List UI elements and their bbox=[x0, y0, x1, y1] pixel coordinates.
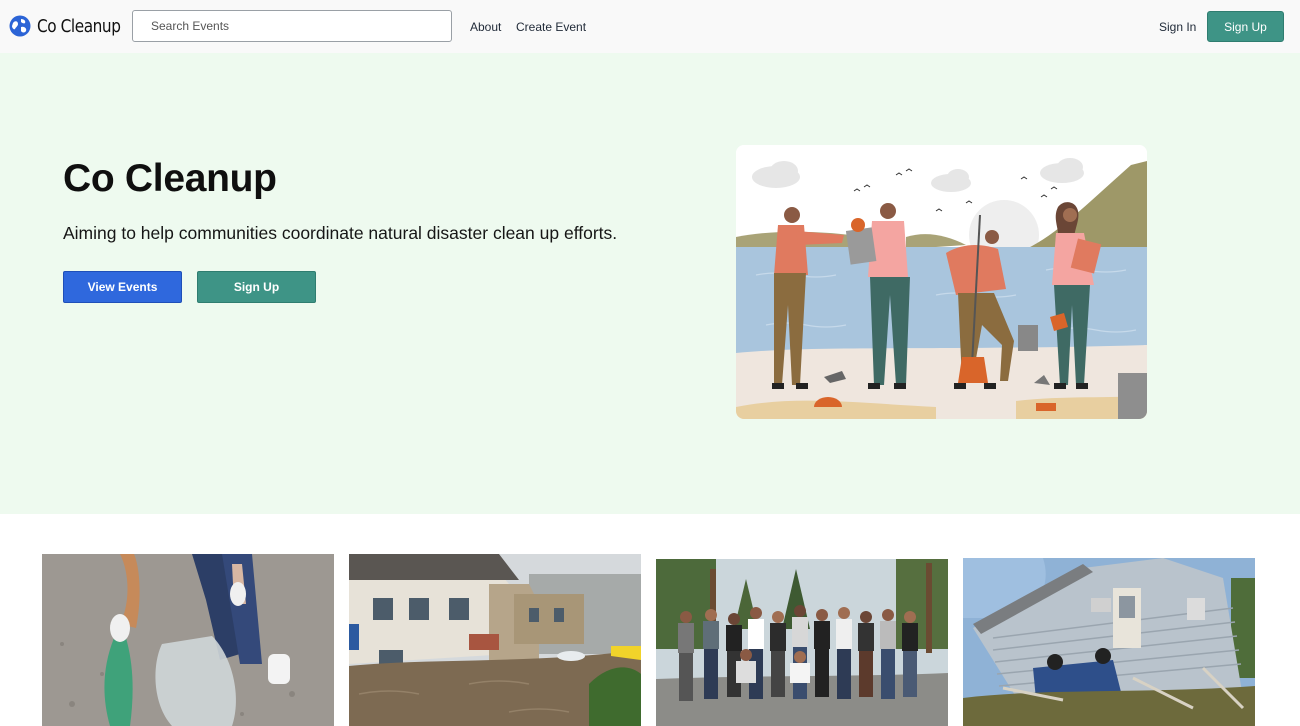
hero-subtitle: Aiming to help communities coordinate na… bbox=[63, 223, 618, 243]
event-card-trash-pickup-photo[interactable] bbox=[42, 554, 334, 726]
hero-title: Co Cleanup bbox=[63, 157, 277, 200]
header-sign-up-button[interactable]: Sign Up bbox=[1207, 11, 1284, 42]
view-events-button[interactable]: View Events bbox=[63, 271, 182, 303]
cleanup-illustration bbox=[736, 145, 1147, 419]
hero-section: Co Cleanup Aiming to help communities co… bbox=[0, 53, 1300, 514]
globe-icon bbox=[9, 15, 31, 37]
hero-sign-up-button[interactable]: Sign Up bbox=[197, 271, 316, 303]
search-input[interactable] bbox=[132, 10, 452, 42]
event-card-flood-photo[interactable] bbox=[349, 554, 641, 726]
event-card-volunteers-group-photo[interactable] bbox=[656, 559, 948, 726]
brand-logo[interactable]: Co Cleanup bbox=[9, 15, 135, 37]
event-card-damaged-house-photo[interactable] bbox=[963, 558, 1255, 726]
nav-create-event-link[interactable]: Create Event bbox=[516, 20, 586, 34]
brand-name: Co Cleanup bbox=[37, 15, 121, 37]
top-nav-bar: Co Cleanup About Create Event Sign In Si… bbox=[0, 0, 1300, 53]
nav-about-link[interactable]: About bbox=[470, 20, 501, 34]
sign-in-link[interactable]: Sign In bbox=[1159, 20, 1196, 34]
